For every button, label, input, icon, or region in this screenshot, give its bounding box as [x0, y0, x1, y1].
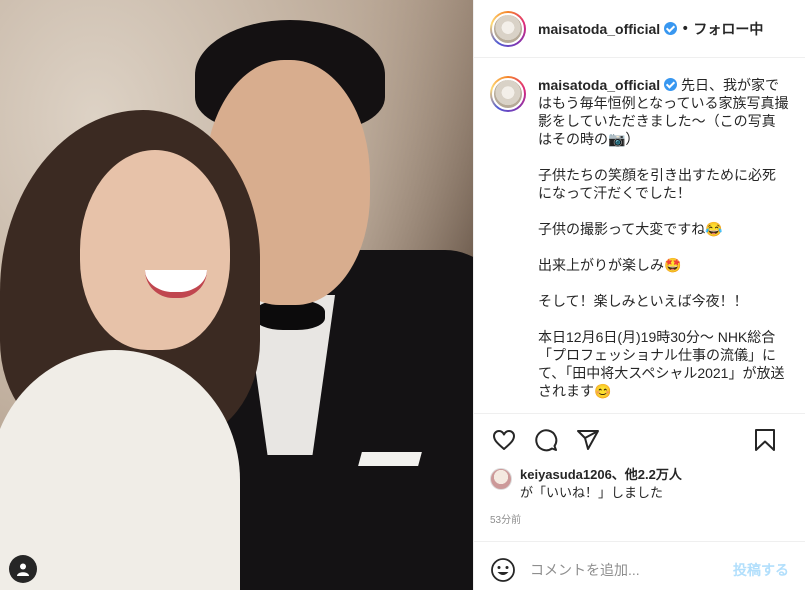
share-icon	[577, 430, 599, 450]
save-button[interactable]	[751, 426, 779, 454]
post-comment-button[interactable]: 投稿する	[733, 560, 789, 580]
post-timestamp[interactable]: 53分前	[474, 506, 805, 542]
verified-badge-icon	[664, 78, 678, 91]
heart-icon	[493, 430, 515, 450]
photo-woman-face	[80, 150, 230, 350]
verified-badge-icon	[664, 22, 678, 35]
bookmark-icon	[755, 429, 775, 451]
action-bar	[474, 414, 805, 466]
caption-paragraph: そして！楽しみといえば今夜！！	[538, 293, 748, 309]
caption-paragraph: 子供の撮影って大変ですね😂	[538, 221, 723, 237]
caption-username[interactable]: maisatoda_official	[538, 77, 660, 93]
user-icon	[17, 563, 29, 576]
emoji-button[interactable]	[490, 557, 516, 583]
comment-button[interactable]	[532, 426, 560, 454]
likes-summary: keiyasuda1206、他2.2万人 が「いいね！」しました	[474, 466, 805, 506]
comment-bar: 投稿する	[474, 542, 805, 590]
comment-icon	[535, 429, 558, 452]
header-username[interactable]: maisatoda_official	[538, 21, 660, 37]
share-button[interactable]	[574, 426, 602, 454]
caption-avatar[interactable]	[490, 76, 526, 112]
likes-text[interactable]: keiyasuda1206、他2.2万人 が「いいね！」しました	[520, 466, 682, 502]
liker-username[interactable]: keiyasuda1206	[520, 467, 612, 482]
caption-paragraph: 本日12月6日(月)19時30分〜 NHK総合「プロフェッショナル仕事の流儀」に…	[538, 329, 785, 399]
post-header: maisatoda_official • フォロー中	[474, 0, 805, 58]
following-button[interactable]: フォロー中	[693, 19, 763, 39]
likes-suffix: が「いいね！」しました	[520, 485, 664, 500]
profile-avatar[interactable]	[490, 10, 526, 47]
caption-paragraph: 出来上がりが楽しみ🤩	[538, 257, 682, 273]
smiley-icon	[491, 558, 515, 582]
post-side-panel: maisatoda_official • フォロー中 maisatoda_off…	[473, 0, 805, 590]
caption-text: maisatoda_official 先日、我が家ではもう毎年恒例となっている家…	[538, 76, 789, 413]
caption-area[interactable]: maisatoda_official 先日、我が家ではもう毎年恒例となっている家…	[474, 58, 805, 414]
like-button[interactable]	[490, 426, 518, 454]
post-photo[interactable]	[0, 0, 473, 590]
photo-pocket-square	[358, 452, 422, 466]
comment-input[interactable]	[530, 562, 733, 578]
header-separator: •	[681, 20, 690, 37]
tagged-user-button[interactable]	[9, 555, 37, 583]
likes-count[interactable]: 、他2.2万人	[612, 467, 682, 482]
caption-paragraph: 子供たちの笑顔を引き出すために必死になって汗だくでした！	[538, 167, 776, 201]
liker-avatar[interactable]	[490, 468, 512, 490]
